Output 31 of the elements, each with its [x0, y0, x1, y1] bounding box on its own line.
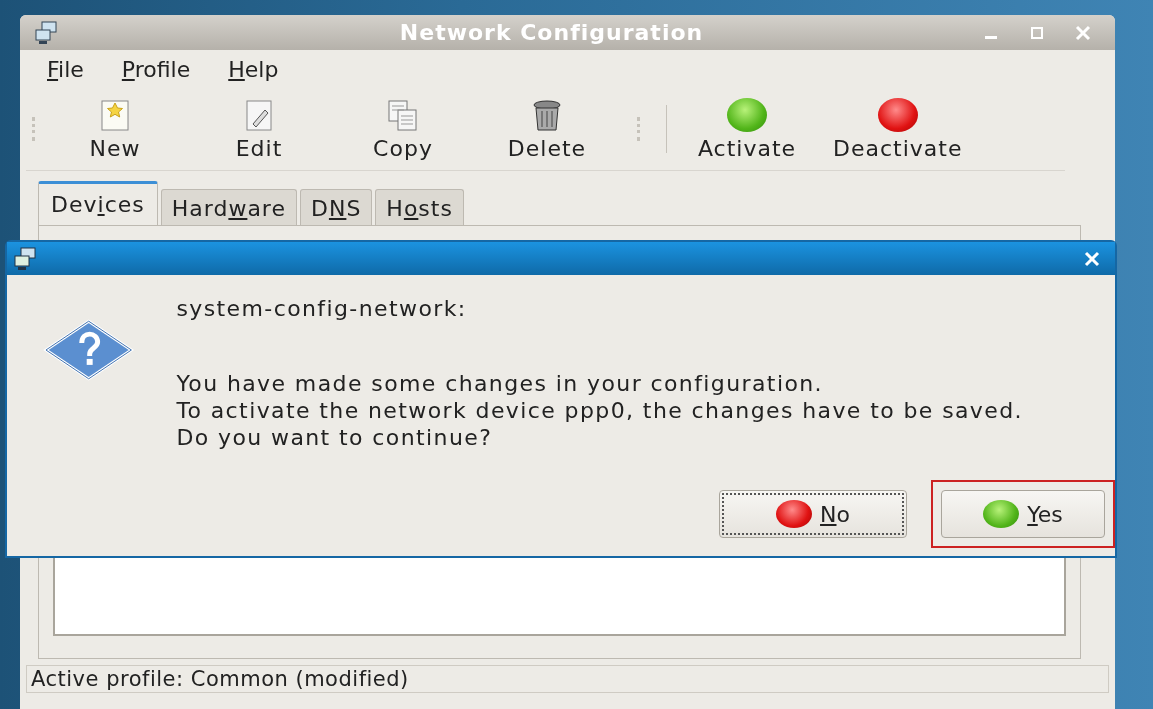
tab[interactable]: DNS: [299, 189, 373, 225]
status-light-icon: [776, 500, 813, 528]
toolbar-button[interactable]: Activate: [679, 95, 815, 163]
dialog-button[interactable]: No: [719, 490, 907, 538]
tab[interactable]: Hosts: [375, 189, 464, 225]
tab[interactable]: Devices: [38, 181, 158, 225]
dialog-button[interactable]: Yes: [941, 490, 1105, 538]
network-icon: [13, 246, 39, 271]
window-title: Network Configuration: [398, 20, 705, 45]
tab[interactable]: Hardware: [160, 189, 297, 225]
status-light-icon: [983, 500, 1020, 528]
new-document-icon: [98, 97, 132, 132]
network-icon: [34, 20, 60, 45]
menu-item[interactable]: Profile: [121, 56, 191, 82]
toolbar-button[interactable]: Copy: [335, 95, 471, 163]
toolbar-button[interactable]: Deactivate: [823, 95, 973, 163]
toolbar-button[interactable]: Edit: [191, 95, 327, 163]
toolbar-button[interactable]: New: [47, 95, 183, 163]
trash-icon: [530, 97, 564, 132]
status-bar: Active profile: Common (modified): [26, 665, 1109, 693]
dialog-message: You have made some changes in your configuration. To activate the network device ppp0, the changes have to be saved. Do you want to continue?: [176, 370, 1024, 451]
status-light-icon: [877, 97, 918, 132]
status-light-icon: [727, 97, 767, 132]
maximize-icon[interactable]: [1029, 24, 1045, 41]
menu-item[interactable]: Help: [228, 56, 279, 82]
dialog-heading: system-config-network:: [176, 295, 468, 322]
menu-item[interactable]: File: [47, 56, 84, 82]
close-icon[interactable]: [1083, 249, 1101, 268]
toolbar-button[interactable]: Delete: [479, 95, 615, 163]
copy-icon: [386, 97, 420, 132]
question-icon: [43, 319, 135, 381]
